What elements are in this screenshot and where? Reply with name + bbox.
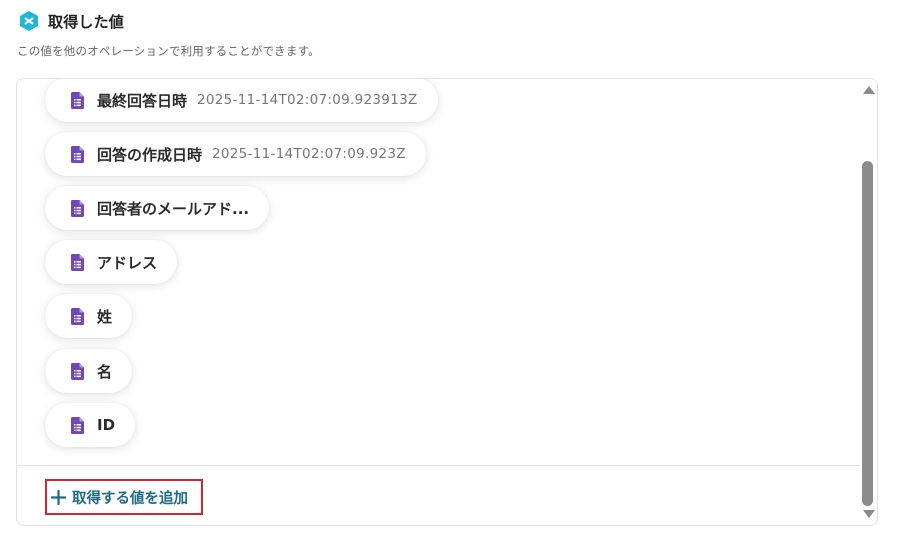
value-label: 回答の作成日時 xyxy=(97,145,203,164)
divider xyxy=(17,465,862,466)
value-chip-answer-created-time[interactable]: 回答の作成日時 2025-11-14T02:07:09.923Z xyxy=(45,132,426,176)
section-header: 取得した値 xyxy=(18,9,124,33)
yoom-app-icon xyxy=(20,11,38,31)
values-panel: 最終回答日時 2025-11-14T02:07:09.923913Z 回答の作成… xyxy=(16,78,878,526)
google-forms-doc-icon xyxy=(71,416,84,434)
google-forms-doc-icon xyxy=(71,307,84,325)
value-sample: 2025-11-14T02:07:09.923Z xyxy=(212,146,406,162)
value-label: アドレス xyxy=(97,253,158,272)
scroll-thumb[interactable] xyxy=(862,161,873,506)
value-chip-first-name[interactable]: 名 xyxy=(45,349,133,393)
value-label: 姓 xyxy=(97,307,113,326)
value-chip-respondent-email[interactable]: 回答者のメールアド... xyxy=(45,186,270,230)
google-forms-doc-icon xyxy=(71,199,84,217)
google-forms-doc-icon xyxy=(71,91,84,109)
value-chip-address[interactable]: アドレス xyxy=(45,240,178,284)
google-forms-doc-icon xyxy=(71,362,84,380)
value-label: 名 xyxy=(97,362,113,381)
value-sample: 2025-11-14T02:07:09.923913Z xyxy=(197,92,418,108)
add-value-button[interactable]: 取得する値を追加 xyxy=(45,479,203,515)
section-subtitle: この値を他のオペレーションで利用することができます。 xyxy=(17,44,320,58)
value-label: 最終回答日時 xyxy=(97,91,188,110)
vertical-scrollbar[interactable] xyxy=(860,79,877,525)
google-forms-doc-icon xyxy=(71,145,84,163)
scroll-down-arrow-icon[interactable] xyxy=(863,510,875,518)
google-forms-doc-icon xyxy=(71,253,84,271)
section-title: 取得した値 xyxy=(48,12,125,31)
plus-icon xyxy=(51,489,66,505)
value-chip-last-name[interactable]: 姓 xyxy=(45,294,133,338)
value-chip-id[interactable]: ID xyxy=(45,403,136,447)
add-value-label: 取得する値を追加 xyxy=(72,490,188,507)
value-label: 回答者のメールアド... xyxy=(97,199,250,218)
value-chip-last-answer-time[interactable]: 最終回答日時 2025-11-14T02:07:09.923913Z xyxy=(45,79,438,122)
value-label: ID xyxy=(97,416,116,434)
acquired-values-section: 取得した値 この値を他のオペレーションで利用することができます。 最終回答日時 … xyxy=(0,0,900,540)
scroll-up-arrow-icon[interactable] xyxy=(863,86,875,94)
values-list: 最終回答日時 2025-11-14T02:07:09.923913Z 回答の作成… xyxy=(17,79,862,465)
